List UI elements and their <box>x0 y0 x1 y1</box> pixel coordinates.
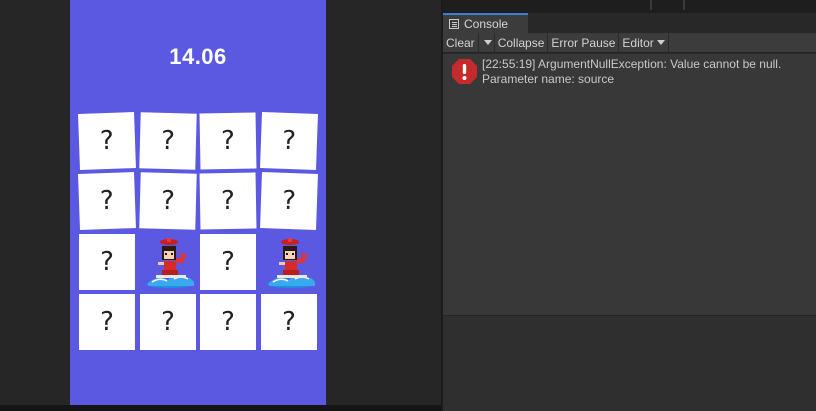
memory-card[interactable]: ? <box>199 172 257 230</box>
card-label: ? <box>160 125 176 157</box>
memory-card[interactable]: ? <box>139 112 197 170</box>
error-icon <box>451 58 478 85</box>
console-toolbar: Clear Collapse Error Pause Editor <box>443 32 816 53</box>
memory-card-revealed[interactable] <box>140 234 196 290</box>
collapse-toggle[interactable]: Collapse <box>495 32 549 53</box>
console-icon <box>449 19 459 29</box>
surfer-character-icon <box>146 238 194 288</box>
tab-label: Console <box>464 17 509 31</box>
memory-card[interactable]: ? <box>78 112 136 170</box>
stack-trace-area <box>443 316 816 411</box>
tab-console[interactable]: Console <box>443 13 528 33</box>
clear-button[interactable]: Clear <box>443 32 479 53</box>
card-label: ? <box>281 125 297 157</box>
timer-text: 14.06 <box>169 44 227 69</box>
memory-card[interactable]: ? <box>139 172 197 230</box>
top-bar-divider <box>650 0 652 10</box>
memory-card[interactable]: ? <box>78 172 136 230</box>
card-label: ? <box>220 125 236 157</box>
memory-card[interactable]: ? <box>261 294 317 350</box>
chevron-down-icon <box>483 40 492 45</box>
memory-card[interactable]: ? <box>199 112 257 170</box>
top-bar <box>443 0 816 13</box>
card-label: ? <box>221 307 235 337</box>
card-label: ? <box>100 307 114 337</box>
editor-dropdown[interactable]: Editor <box>619 32 669 53</box>
memory-card[interactable]: ? <box>79 234 135 290</box>
card-label: ? <box>282 307 296 337</box>
log-message: [22:55:19] ArgumentNullException: Value … <box>482 57 782 71</box>
card-label: ? <box>221 247 235 277</box>
card-label: ? <box>281 185 297 217</box>
memory-card[interactable]: ? <box>200 294 256 350</box>
editor-window: 14.06 ?????????????? Console Clear Colla… <box>0 0 816 411</box>
memory-card[interactable]: ? <box>260 112 318 170</box>
top-bar-divider <box>683 0 685 10</box>
game-view: 14.06 ?????????????? <box>70 0 326 405</box>
log-entry[interactable]: [22:55:19] ArgumentNullException: Value … <box>482 57 812 87</box>
memory-card[interactable]: ? <box>140 294 196 350</box>
memory-card[interactable]: ? <box>79 294 135 350</box>
card-label: ? <box>100 247 114 277</box>
card-label: ? <box>99 125 115 157</box>
bottom-strip <box>0 405 441 411</box>
card-label: ? <box>99 185 115 217</box>
card-label: ? <box>220 185 236 217</box>
error-pause-toggle[interactable]: Error Pause <box>548 32 620 53</box>
chevron-down-icon <box>656 40 665 45</box>
card-label: ? <box>161 307 175 337</box>
log-list[interactable] <box>443 54 816 316</box>
log-detail: Parameter name: source <box>482 72 615 86</box>
card-label: ? <box>160 185 176 217</box>
memory-card-revealed[interactable] <box>261 234 317 290</box>
memory-card[interactable]: ? <box>260 172 318 230</box>
surfer-character-icon <box>267 238 315 288</box>
memory-card[interactable]: ? <box>200 234 256 290</box>
editor-dropdown-label: Editor <box>622 35 654 50</box>
clear-options-dropdown[interactable] <box>479 32 495 53</box>
